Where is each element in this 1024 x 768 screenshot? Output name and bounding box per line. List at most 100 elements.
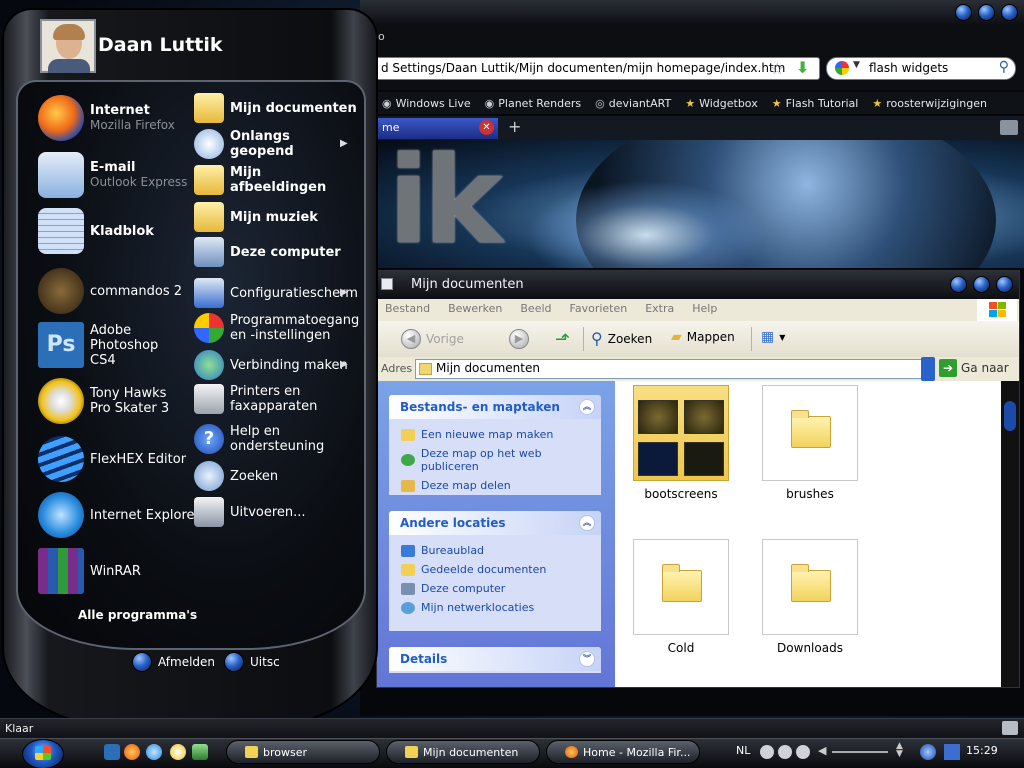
folder-downloads[interactable]: Downloads xyxy=(762,539,858,655)
menu-favorieten[interactable]: Favorieten xyxy=(570,302,628,321)
go-button[interactable]: ➔ Ga naar xyxy=(939,359,1009,377)
language-indicator[interactable]: NL xyxy=(736,744,750,757)
tab-home[interactable]: me ✕ xyxy=(376,118,498,139)
start-item-search[interactable]: Zoeken xyxy=(194,461,278,491)
firefox-icon[interactable] xyxy=(124,744,140,760)
logoff-button[interactable]: Afmelden xyxy=(132,652,215,672)
start-item-recent[interactable]: Onlangs geopend xyxy=(194,129,334,159)
start-item-winrar[interactable]: WinRAR xyxy=(38,548,141,594)
menu-bewerken[interactable]: Bewerken xyxy=(448,302,502,321)
start-item-internet[interactable]: Internet Mozilla Firefox xyxy=(38,95,175,141)
place-desktop[interactable]: Bureaublad xyxy=(389,541,601,560)
close-button[interactable] xyxy=(1001,4,1018,21)
search-button[interactable]: ⚲ Zoeken xyxy=(591,329,652,348)
start-item-my-computer[interactable]: Deze computer xyxy=(194,237,341,267)
place-my-computer[interactable]: Deze computer xyxy=(389,579,601,598)
start-item-my-music[interactable]: Mijn muziek xyxy=(194,202,318,232)
scroll-thumb[interactable] xyxy=(1004,401,1016,431)
menu-beeld[interactable]: Beeld xyxy=(520,302,551,321)
start-item-flexhex[interactable]: FlexHEX Editor xyxy=(38,436,186,482)
start-item-commandos[interactable]: commandos 2 xyxy=(38,268,182,314)
start-item-connect[interactable]: Verbinding maken xyxy=(194,350,348,380)
start-item-photoshop[interactable]: Ps Adobe Photoshop CS4 xyxy=(38,322,188,368)
start-item-my-pictures[interactable]: Mijn afbeeldingen xyxy=(194,165,326,195)
start-item-run[interactable]: Uitvoeren... xyxy=(194,497,306,527)
task-share-folder[interactable]: Deze map delen xyxy=(389,476,601,495)
start-item-printers[interactable]: Printers en faxapparaten xyxy=(194,384,324,414)
avatar[interactable] xyxy=(40,19,96,73)
thps-icon[interactable] xyxy=(170,744,186,760)
task-publish-web[interactable]: Deze map op het web publiceren xyxy=(389,444,601,476)
tray-updown-icon[interactable]: ▲ ▼ xyxy=(896,742,903,759)
place-shared-docs[interactable]: Gedeelde documenten xyxy=(389,560,601,579)
chevron-down-icon[interactable]: ▼ xyxy=(853,60,860,70)
start-item-thps[interactable]: Tony Hawks Pro Skater 3 xyxy=(38,378,188,424)
photoshop-icon[interactable] xyxy=(104,744,120,760)
folders-button[interactable]: ▰ Mappen xyxy=(671,329,735,345)
volume-icon[interactable]: ◀ xyxy=(818,744,826,757)
tray-orb-icon[interactable] xyxy=(920,744,936,760)
folder-icon xyxy=(381,278,393,290)
minimize-button[interactable] xyxy=(955,4,972,21)
pause-icon[interactable] xyxy=(778,745,792,759)
url-bar[interactable]: d Settings/Daan Luttik/Mijn documenten/m… xyxy=(360,57,820,80)
tab-list-button[interactable] xyxy=(1000,120,1018,135)
bookmark-windows-live[interactable]: ◉ Windows Live xyxy=(382,97,471,110)
task-new-folder[interactable]: Een nieuwe map maken xyxy=(389,425,601,444)
network-tray-icon[interactable] xyxy=(944,744,960,760)
start-item-control-panel[interactable]: Configuratiescherm xyxy=(194,278,358,308)
vertical-scrollbar[interactable] xyxy=(1001,381,1019,687)
taskbar-button-my-documents[interactable]: Mijn documenten xyxy=(386,740,540,764)
collapse-icon[interactable]: ︽ xyxy=(579,399,595,415)
taskbar-button-firefox[interactable]: Home - Mozilla Fir... xyxy=(546,740,700,764)
maximize-button[interactable] xyxy=(978,4,995,21)
address-input[interactable]: Mijn documenten xyxy=(415,359,935,379)
start-item-program-access[interactable]: Programmatoegang en -instellingen xyxy=(194,313,359,343)
start-item-notepad[interactable]: Kladblok xyxy=(38,208,154,254)
bookmark-roosterwijzigingen[interactable]: ★ roosterwijzigingen xyxy=(872,97,987,110)
up-button[interactable]: ⬏ xyxy=(555,329,570,350)
start-item-my-documents[interactable]: Mijn documenten xyxy=(194,93,357,123)
folder-brushes[interactable]: brushes xyxy=(762,385,858,501)
maximize-button[interactable] xyxy=(973,276,990,293)
minimize-button[interactable] xyxy=(950,276,967,293)
panel-title[interactable]: Andere locaties ︽ xyxy=(389,511,601,535)
folder-cold[interactable]: Cold xyxy=(633,539,729,655)
go-arrow-icon[interactable]: ⬇ xyxy=(796,58,809,77)
google-icon[interactable] xyxy=(835,61,849,75)
menu-help[interactable]: Help xyxy=(692,302,717,321)
menu-bestand[interactable]: Bestand xyxy=(385,302,430,321)
expand-icon[interactable]: ︾ xyxy=(579,651,595,667)
taskbar-button-browser[interactable]: browser xyxy=(226,740,380,764)
search-bar[interactable]: ▼ flash widgets ⚲ xyxy=(826,57,1016,80)
star-icon[interactable]: ☆ xyxy=(770,59,784,78)
bookmark-flash-tutorial[interactable]: ★ Flash Tutorial xyxy=(772,97,859,110)
menu-extra[interactable]: Extra xyxy=(645,302,674,321)
all-programs-button[interactable]: Alle programma's xyxy=(78,608,197,622)
forward-button[interactable]: ▶ xyxy=(509,329,529,349)
bookmark-planet-renders[interactable]: ◉ Planet Renders xyxy=(485,97,581,110)
close-button[interactable] xyxy=(996,276,1013,293)
panel-title[interactable]: Bestands- en maptaken ︽ xyxy=(389,395,601,419)
previous-track-icon[interactable] xyxy=(760,745,774,759)
collapse-icon[interactable]: ︽ xyxy=(579,515,595,531)
search-icon[interactable]: ⚲ xyxy=(999,59,1009,75)
start-item-email[interactable]: E-mail Outlook Express xyxy=(38,152,187,198)
place-network[interactable]: Mijn netwerklocaties xyxy=(389,598,601,617)
messenger-icon[interactable] xyxy=(192,744,208,760)
bookmark-deviantart[interactable]: ◎ deviantART xyxy=(595,97,671,110)
next-track-icon[interactable] xyxy=(796,745,810,759)
back-button[interactable]: ◀ Vorige xyxy=(401,329,464,349)
panel-title[interactable]: Details ︾ xyxy=(389,647,601,671)
address-dropdown[interactable] xyxy=(921,357,935,381)
internet-explorer-icon[interactable] xyxy=(146,744,162,760)
start-item-ie[interactable]: Internet Explorer xyxy=(38,492,200,538)
start-item-help[interactable]: ? Help en ondersteuning xyxy=(194,424,324,454)
volume-slider[interactable] xyxy=(832,751,888,753)
shutdown-button[interactable]: Uitsc xyxy=(224,652,280,672)
bookmark-widgetbox[interactable]: ★ Widgetbox xyxy=(685,97,758,110)
close-icon[interactable]: ✕ xyxy=(479,120,494,135)
folder-bootscreens[interactable]: bootscreens xyxy=(633,385,729,501)
views-button[interactable]: ▦ ▼ xyxy=(761,329,785,345)
new-tab-button[interactable]: + xyxy=(508,117,521,136)
